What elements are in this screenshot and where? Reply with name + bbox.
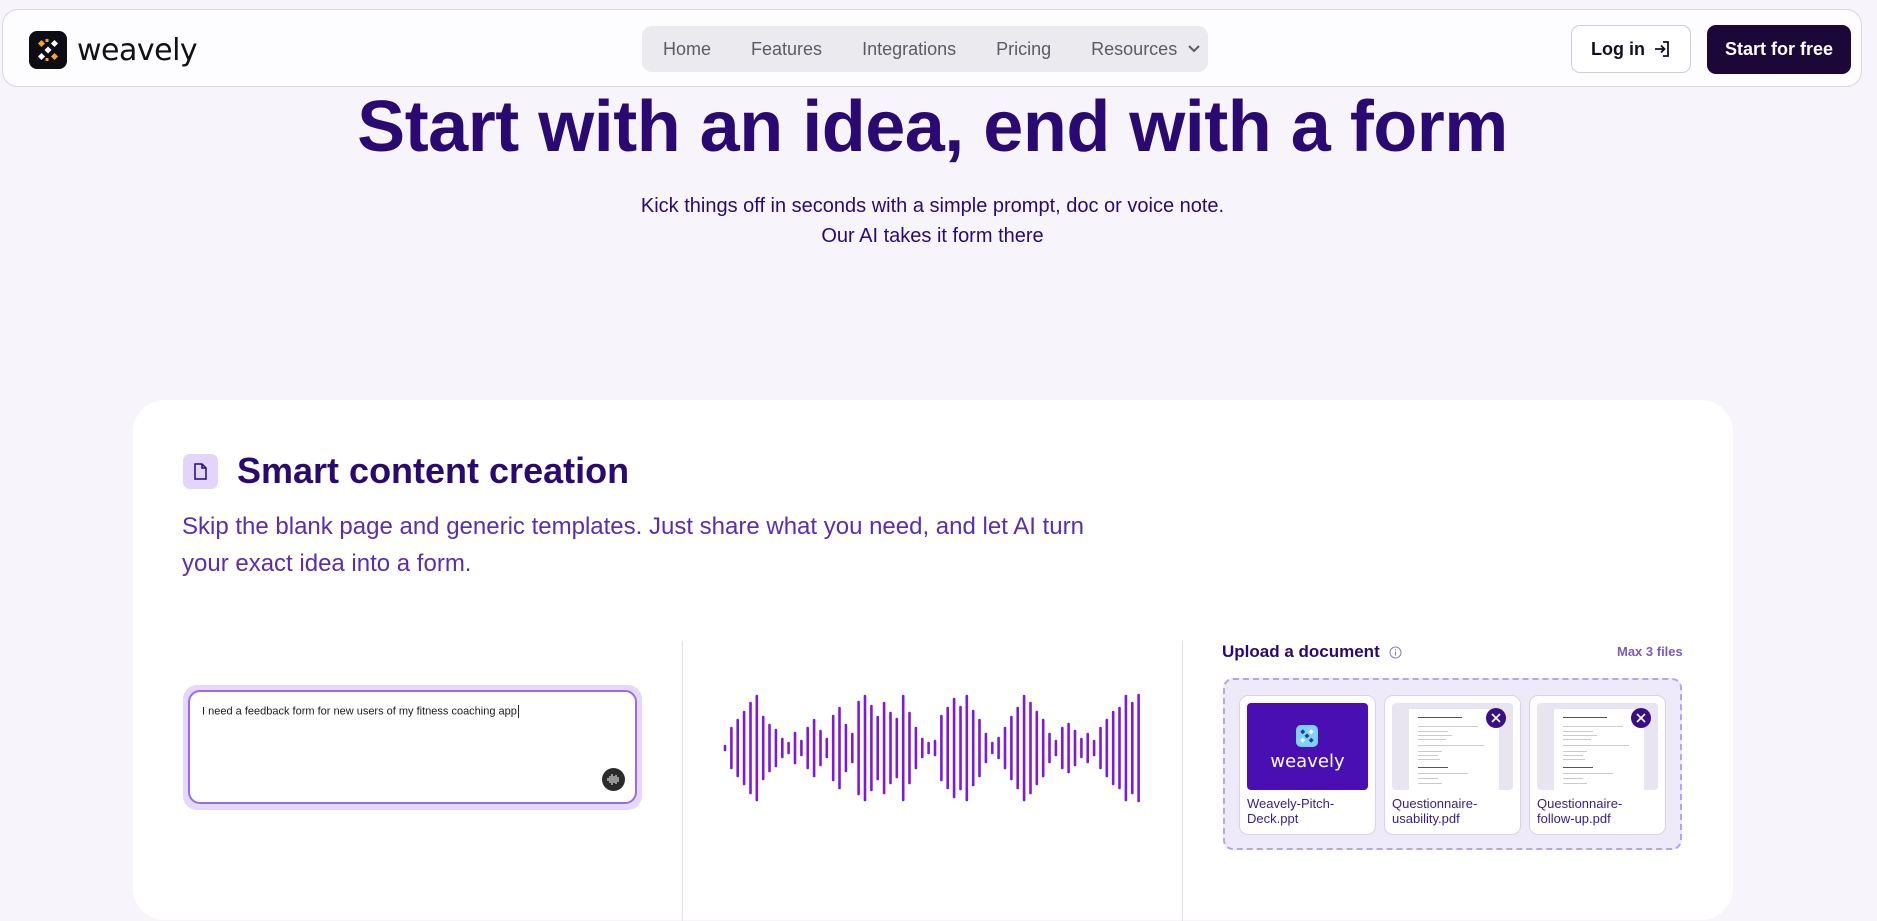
divider bbox=[1182, 641, 1183, 921]
menu-item-resources[interactable]: Resources bbox=[1091, 39, 1201, 60]
feature-title: Smart content creation bbox=[237, 450, 630, 491]
menu-item-home[interactable]: Home bbox=[663, 39, 711, 60]
menu-item-pricing[interactable]: Pricing bbox=[996, 39, 1051, 60]
prompt-input[interactable]: I need a feedback form for new users of … bbox=[188, 690, 637, 804]
logo-icon bbox=[1296, 725, 1318, 747]
document-page-preview bbox=[1409, 709, 1499, 790]
file-card[interactable]: weavely Weavely-Pitch- Deck.ppt bbox=[1239, 695, 1376, 835]
microphone-icon[interactable] bbox=[602, 768, 625, 791]
prompt-input-value: I need a feedback form for new users of … bbox=[202, 705, 519, 718]
document-icon bbox=[183, 454, 218, 489]
upload-document-title: Upload a document bbox=[1222, 642, 1402, 662]
divider bbox=[682, 641, 683, 921]
menu-item-integrations[interactable]: Integrations bbox=[862, 39, 956, 60]
menu-item-features[interactable]: Features bbox=[751, 39, 822, 60]
voice-waveform bbox=[723, 693, 1140, 803]
logo[interactable]: weavely bbox=[29, 31, 198, 69]
file-card[interactable]: Questionnaire- usability.pdf bbox=[1384, 695, 1521, 835]
file-card[interactable]: Questionnaire- follow-up.pdf bbox=[1529, 695, 1666, 835]
max-files-note: Max 3 files bbox=[1617, 644, 1683, 659]
login-button[interactable]: Log in bbox=[1571, 25, 1691, 73]
logo-icon bbox=[29, 31, 67, 69]
login-label: Log in bbox=[1591, 38, 1645, 59]
menu-item-resources-label: Resources bbox=[1091, 38, 1178, 59]
feature-description: Skip the blank page and generic template… bbox=[182, 513, 1084, 577]
file-thumbnail bbox=[1537, 703, 1658, 790]
logo-text: weavely bbox=[77, 32, 198, 68]
file-name: Questionnaire- usability.pdf bbox=[1392, 796, 1478, 826]
top-navbar: weavely Home Features Integrations Prici… bbox=[2, 9, 1862, 87]
hero-title: Start with an idea, end with a form bbox=[357, 87, 1508, 167]
document-page-preview bbox=[1554, 709, 1644, 790]
file-thumbnail: weavely bbox=[1247, 703, 1368, 790]
hero-subtitle: Kick things off in seconds with a simple… bbox=[0, 191, 1865, 251]
info-icon[interactable] bbox=[1389, 646, 1402, 659]
login-arrow-icon bbox=[1654, 41, 1669, 57]
hero-subtitle-line2: Our AI takes it form there bbox=[821, 225, 1044, 247]
close-icon[interactable] bbox=[1631, 708, 1651, 728]
chevron-down-icon bbox=[1188, 45, 1200, 53]
upload-dropzone[interactable]: weavely Weavely-Pitch- Deck.ppt Question… bbox=[1223, 678, 1682, 850]
file-name: Weavely-Pitch- Deck.ppt bbox=[1247, 796, 1335, 826]
file-thumbnail bbox=[1392, 703, 1513, 790]
file-name: Questionnaire- follow-up.pdf bbox=[1537, 796, 1623, 826]
main-menu: Home Features Integrations Pricing Resou… bbox=[642, 26, 1208, 72]
start-for-free-button[interactable]: Start for free bbox=[1707, 25, 1851, 74]
feature-card: Smart content creation Skip the blank pa… bbox=[133, 400, 1733, 921]
thumbnail-logo-text: weavely bbox=[1270, 751, 1345, 772]
hero-subtitle-line1: Kick things off in seconds with a simple… bbox=[640, 195, 1225, 217]
close-icon[interactable] bbox=[1486, 708, 1506, 728]
